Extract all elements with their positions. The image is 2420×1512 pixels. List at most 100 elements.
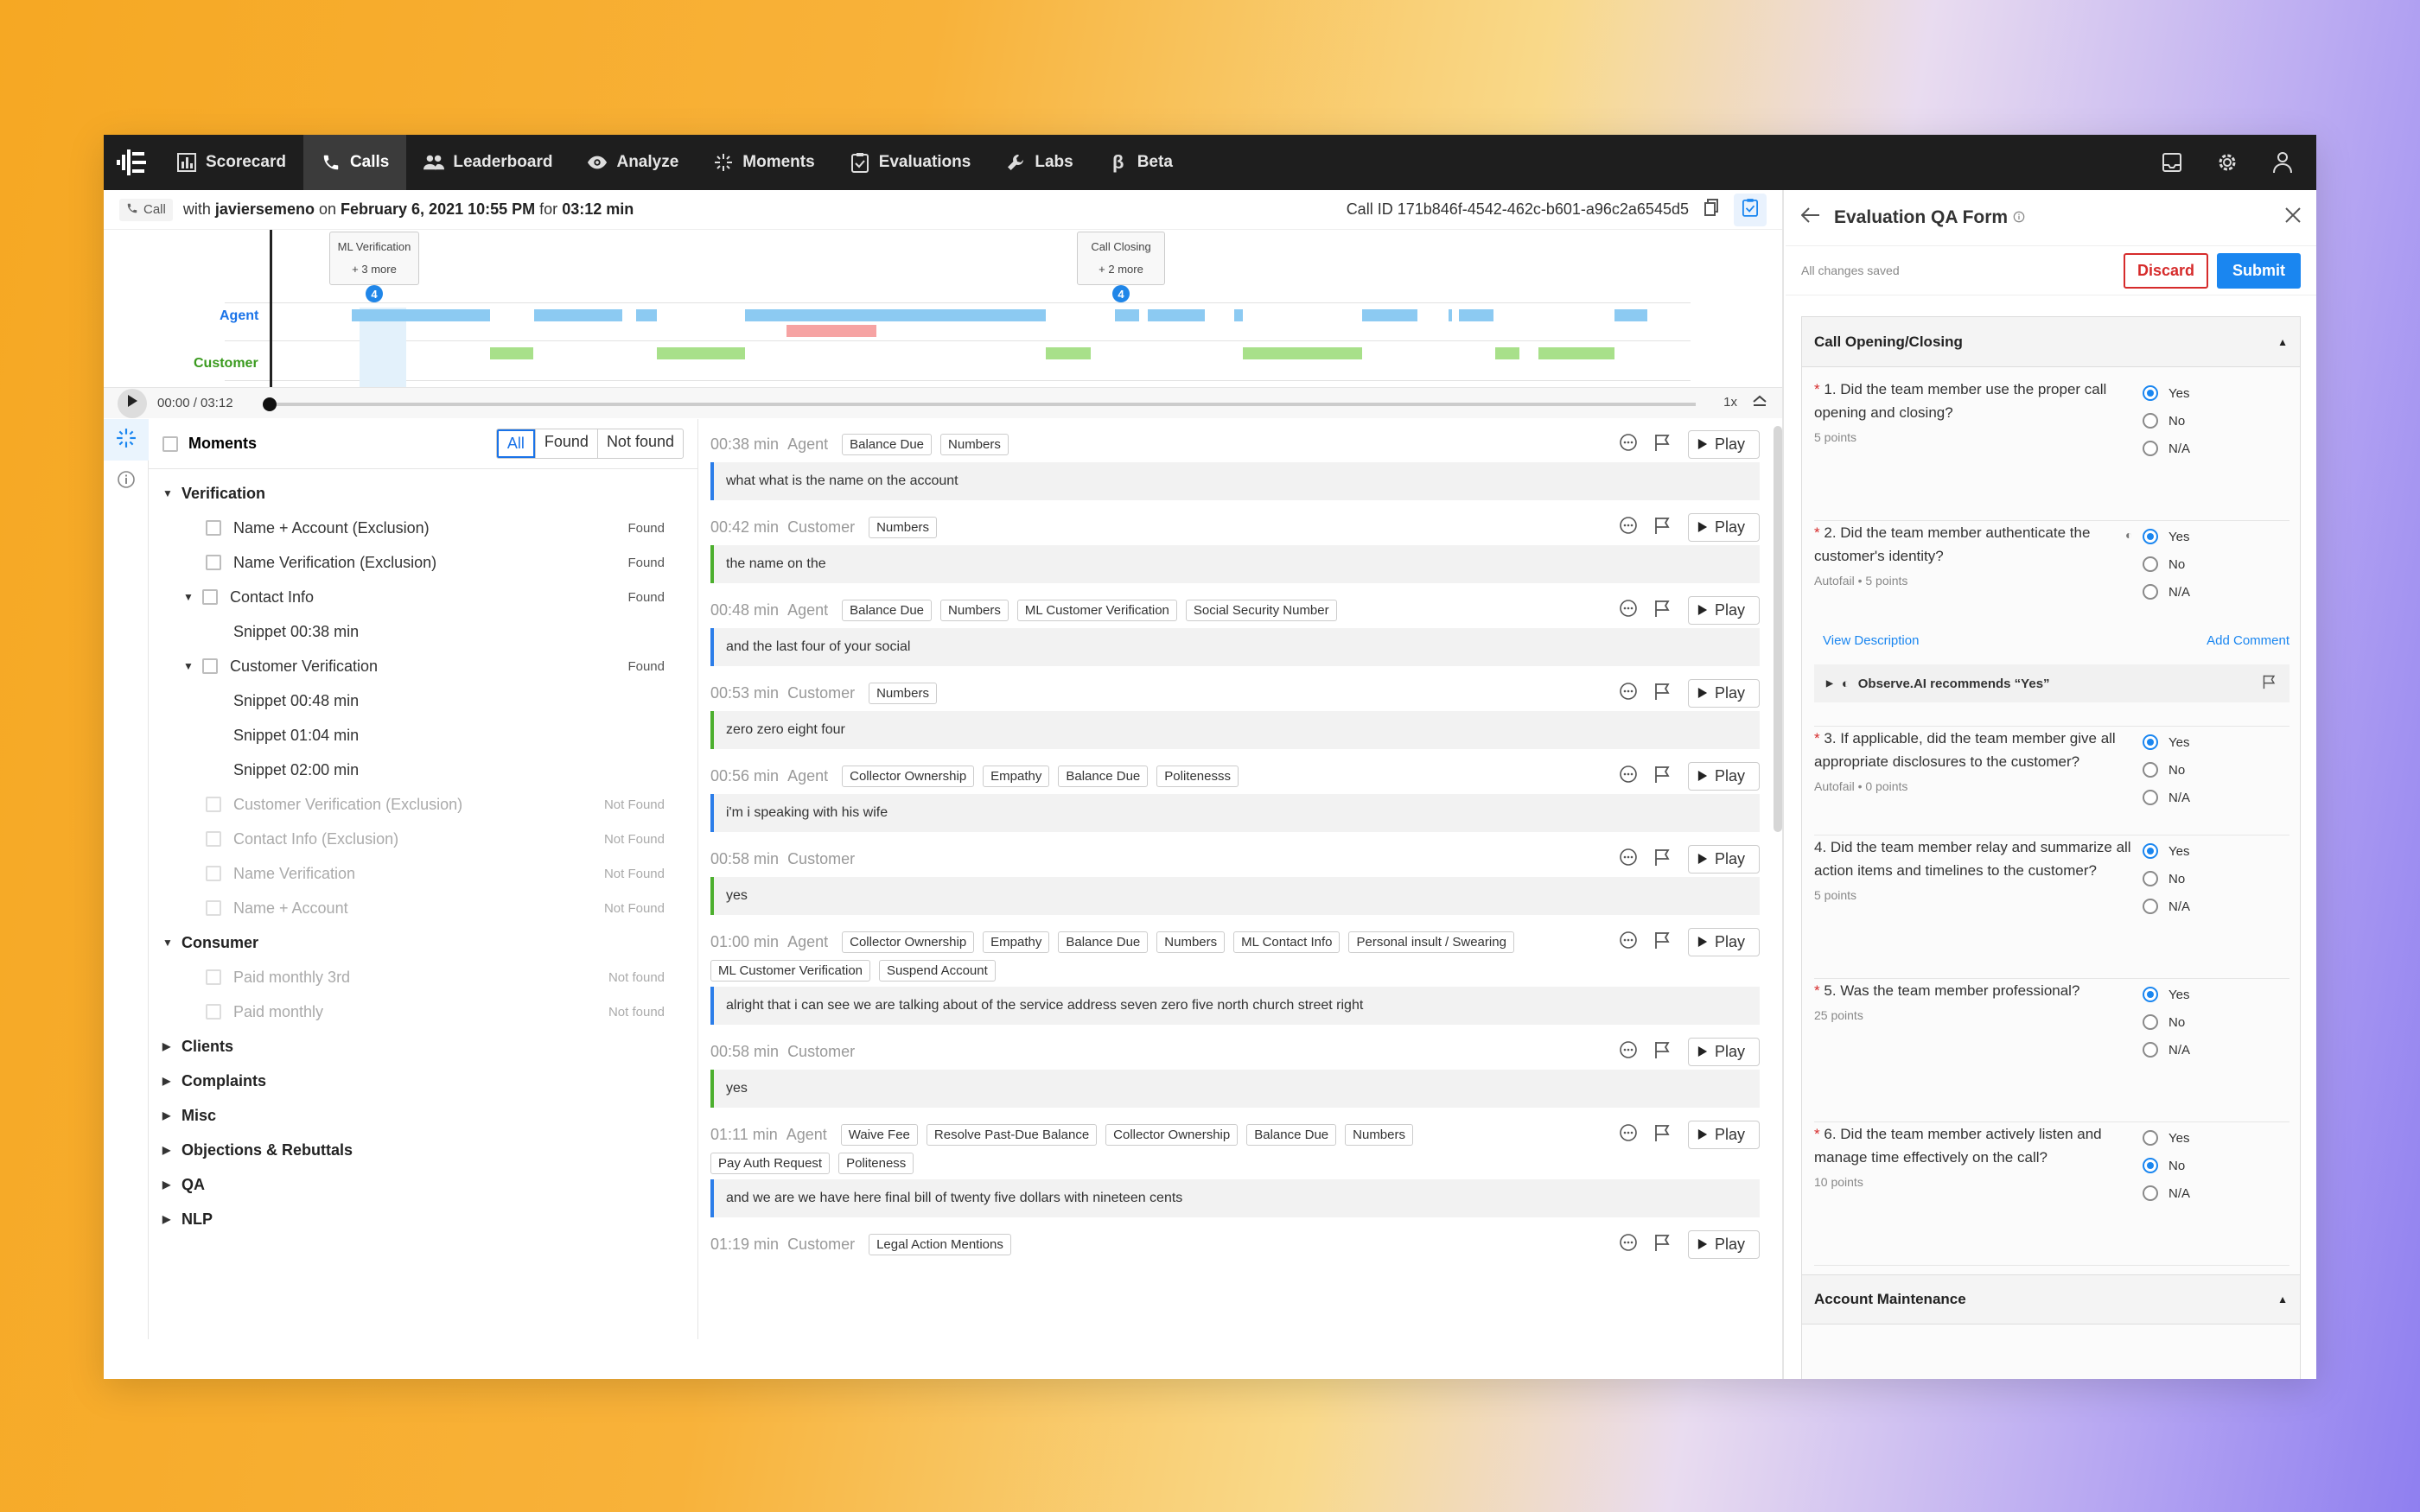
- moment-tag[interactable]: Legal Action Mentions: [869, 1233, 1011, 1255]
- flag-icon[interactable]: [1653, 682, 1672, 705]
- flag-icon[interactable]: [1653, 516, 1672, 539]
- message-text[interactable]: what what is the name on the account: [710, 462, 1760, 500]
- close-icon[interactable]: [2285, 207, 2301, 228]
- tree-group-misc[interactable]: ▶ Misc: [149, 1098, 697, 1133]
- tree-group-objections[interactable]: ▶ Objections & Rebuttals: [149, 1133, 697, 1167]
- message-text[interactable]: zero zero eight four: [710, 711, 1760, 749]
- play-snippet-button[interactable]: Play: [1687, 429, 1760, 459]
- message-text[interactable]: yes: [710, 1070, 1760, 1108]
- flag-icon[interactable]: [1653, 931, 1672, 954]
- moment-tag[interactable]: Balance Due: [842, 599, 933, 621]
- agent-segment[interactable]: [352, 309, 490, 321]
- ai-recommendation[interactable]: ▶ ◐ Observe.AI recommends “Yes”: [1814, 664, 2289, 702]
- nav-moments[interactable]: Moments: [696, 135, 831, 190]
- moment-tag[interactable]: Personal insult / Swearing: [1348, 931, 1514, 953]
- answer-option[interactable]: No: [2143, 1152, 2190, 1179]
- flag-icon[interactable]: [1653, 765, 1672, 788]
- flag-icon[interactable]: [1653, 1123, 1672, 1147]
- play-button[interactable]: [118, 388, 147, 418]
- add-comment-link[interactable]: Add Comment: [2207, 633, 2289, 648]
- radio-button[interactable]: [2143, 529, 2158, 544]
- call-agent-name[interactable]: javiersemeno: [215, 200, 315, 219]
- tree-snippet[interactable]: Snippet 00:38 min: [149, 614, 697, 649]
- radio-button[interactable]: [2143, 899, 2158, 914]
- filter-not-found[interactable]: Not found: [596, 429, 683, 458]
- filter-found[interactable]: Found: [534, 429, 597, 458]
- customer-segment[interactable]: [1046, 347, 1091, 359]
- agent-segment[interactable]: [1614, 309, 1647, 321]
- comment-icon[interactable]: [1619, 1040, 1638, 1064]
- comment-icon[interactable]: [1619, 1233, 1638, 1256]
- answer-option[interactable]: N/A: [2143, 893, 2190, 920]
- user-icon[interactable]: [2266, 146, 2299, 179]
- radio-button[interactable]: [2143, 790, 2158, 805]
- item-checkbox[interactable]: [206, 969, 221, 985]
- message-text[interactable]: the name on the: [710, 545, 1760, 583]
- moment-tag[interactable]: Collector Ownership: [842, 765, 975, 787]
- tree-item[interactable]: ▼ Customer Verification Found: [149, 649, 697, 683]
- moment-marker-count[interactable]: 4: [1112, 285, 1130, 302]
- message-time[interactable]: 00:56 min: [710, 767, 779, 785]
- comment-icon[interactable]: [1619, 433, 1638, 456]
- section-header[interactable]: Account Maintenance ▲: [1802, 1274, 2300, 1325]
- playback-speed[interactable]: 1x: [1723, 395, 1737, 410]
- moment-tag[interactable]: Numbers: [1345, 1123, 1413, 1146]
- agent-segment[interactable]: [1148, 309, 1205, 321]
- item-checkbox[interactable]: [206, 831, 221, 847]
- radio-button[interactable]: [2143, 734, 2158, 750]
- rail-info-button[interactable]: [104, 461, 149, 502]
- moment-tag[interactable]: Numbers: [869, 682, 937, 704]
- customer-segment[interactable]: [1243, 347, 1362, 359]
- moment-tag[interactable]: Pay Auth Request: [710, 1153, 831, 1174]
- view-description-link[interactable]: View Description: [1823, 633, 1919, 648]
- message-time[interactable]: 00:58 min: [710, 1043, 779, 1061]
- radio-button[interactable]: [2143, 1042, 2158, 1058]
- agent-segment[interactable]: [745, 309, 1046, 321]
- transcript-scrollbar[interactable]: [1774, 426, 1782, 832]
- tree-item[interactable]: Name + Account (Exclusion) Found: [149, 511, 697, 545]
- tree-item[interactable]: Paid monthly Not found: [149, 994, 697, 1029]
- agent-segment[interactable]: [1115, 309, 1139, 321]
- item-checkbox[interactable]: [202, 658, 218, 674]
- copy-icon[interactable]: [1704, 199, 1718, 220]
- moment-tag[interactable]: Politenesss: [1156, 765, 1239, 787]
- rail-moments-button[interactable]: [104, 419, 149, 461]
- moment-tag[interactable]: Numbers: [1156, 931, 1226, 953]
- moment-tag[interactable]: Resolve Past-Due Balance: [926, 1123, 1098, 1146]
- radio-button[interactable]: [2143, 1158, 2158, 1173]
- radio-button[interactable]: [2143, 556, 2158, 572]
- tree-group-consumer[interactable]: ▼ Consumer: [149, 925, 697, 960]
- message-time[interactable]: 00:58 min: [710, 850, 779, 868]
- item-checkbox[interactable]: [206, 866, 221, 881]
- item-checkbox[interactable]: [206, 797, 221, 812]
- tree-group-nlp[interactable]: ▶ NLP: [149, 1202, 697, 1236]
- tree-group-clients[interactable]: ▶ Clients: [149, 1029, 697, 1064]
- select-all-checkbox[interactable]: [162, 435, 178, 452]
- customer-segment[interactable]: [490, 347, 533, 359]
- tree-snippet[interactable]: Snippet 01:04 min: [149, 718, 697, 753]
- moment-tag[interactable]: Social Security Number: [1185, 599, 1337, 621]
- answer-option[interactable]: Yes: [2143, 728, 2190, 756]
- inbox-icon[interactable]: [2156, 146, 2188, 179]
- radio-button[interactable]: [2143, 987, 2158, 1002]
- tree-item[interactable]: Contact Info (Exclusion) Not Found: [149, 822, 697, 856]
- comment-icon[interactable]: [1619, 1123, 1638, 1147]
- tree-group-qa[interactable]: ▶ QA: [149, 1167, 697, 1202]
- agent-segment[interactable]: [534, 309, 622, 321]
- radio-button[interactable]: [2143, 871, 2158, 886]
- play-snippet-button[interactable]: Play: [1687, 678, 1760, 708]
- play-snippet-button[interactable]: Play: [1687, 1037, 1760, 1066]
- play-snippet-button[interactable]: Play: [1687, 844, 1760, 874]
- agent-segment[interactable]: [1459, 309, 1493, 321]
- flag-icon[interactable]: [2262, 674, 2277, 693]
- agent-segment[interactable]: [1449, 309, 1452, 321]
- radio-button[interactable]: [2143, 1014, 2158, 1030]
- agent-segment[interactable]: [1362, 309, 1417, 321]
- message-time[interactable]: 00:53 min: [710, 684, 779, 702]
- tree-group-verification[interactable]: ▼ Verification: [149, 476, 697, 511]
- moment-tag[interactable]: Numbers: [940, 599, 1009, 621]
- answer-option[interactable]: No: [2143, 1008, 2190, 1036]
- comment-icon[interactable]: [1619, 599, 1638, 622]
- flag-icon[interactable]: [1653, 433, 1672, 456]
- item-checkbox[interactable]: [206, 900, 221, 916]
